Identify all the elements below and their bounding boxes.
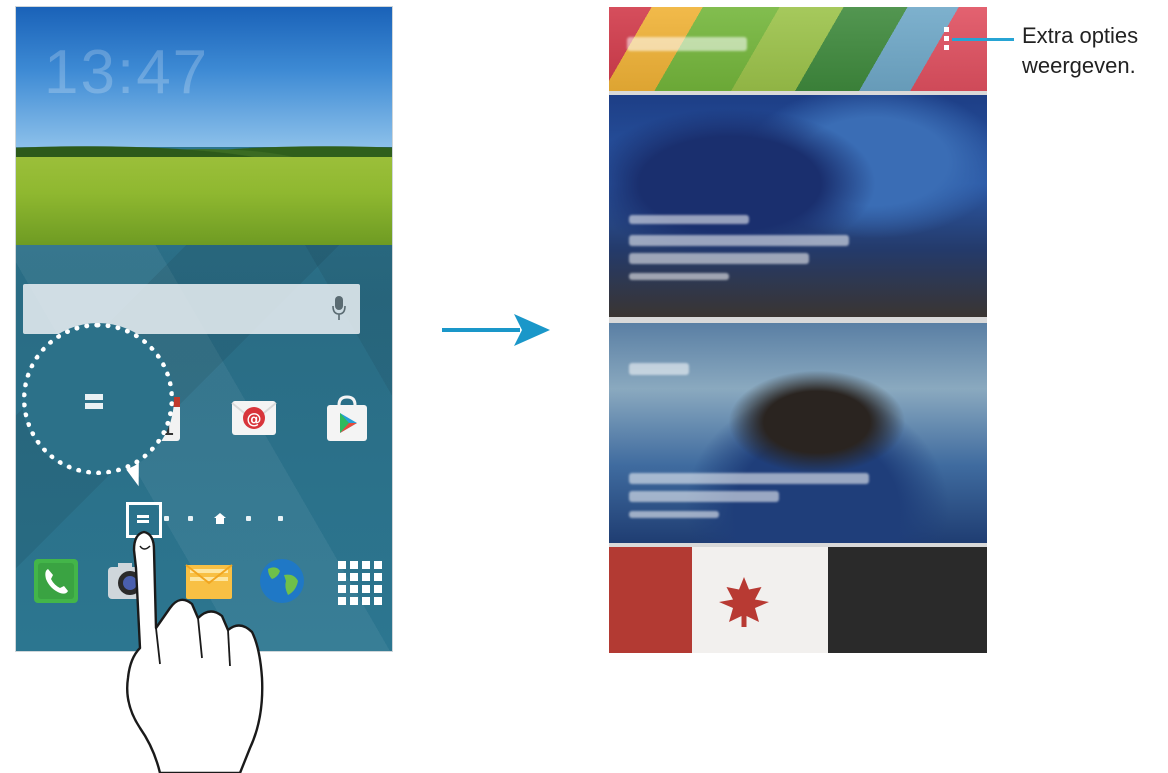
magnifier-callout [22, 323, 174, 475]
photo-field [16, 157, 392, 245]
apps-button[interactable] [334, 555, 386, 607]
header-title-blurred [627, 37, 747, 51]
play-store-icon [327, 395, 367, 441]
news-logo-blurred [629, 363, 689, 375]
hand-gesture-icon [126, 530, 264, 773]
news-headline-blurred [629, 491, 779, 502]
transition-arrow-icon [442, 314, 550, 346]
news-meta-blurred [629, 273, 729, 280]
email-app[interactable]: @ [228, 393, 280, 445]
news-meta-blurred [629, 511, 719, 518]
maple-leaf-icon [719, 577, 769, 627]
news-card[interactable] [609, 547, 987, 653]
phone-icon [34, 559, 78, 603]
briefing-header [609, 7, 987, 91]
briefing-page-icon [85, 394, 103, 410]
callout-line2: weergeven. [1022, 53, 1136, 78]
news-headline-blurred [629, 473, 869, 484]
news-card[interactable] [609, 95, 987, 317]
apps-grid-icon [338, 561, 382, 605]
news-source-blurred [629, 215, 749, 224]
play-store-app[interactable] [321, 393, 373, 445]
callout-line1: Extra opties [1022, 23, 1139, 48]
svg-text:@: @ [247, 410, 262, 428]
photo-widget[interactable]: 13:47 [16, 7, 392, 245]
phone-app[interactable] [30, 555, 82, 607]
email-icon: @ [231, 401, 277, 435]
more-options-icon[interactable] [943, 27, 951, 53]
briefing-screen [609, 7, 987, 653]
clock-text: 13:47 [44, 38, 210, 107]
news-card[interactable] [609, 323, 987, 543]
microphone-icon[interactable] [332, 296, 346, 322]
callout-line [952, 38, 1014, 41]
news-headline-blurred [629, 235, 849, 246]
news-headline-blurred [629, 253, 809, 264]
callout-label: Extra opties weergeven. [1022, 21, 1168, 81]
